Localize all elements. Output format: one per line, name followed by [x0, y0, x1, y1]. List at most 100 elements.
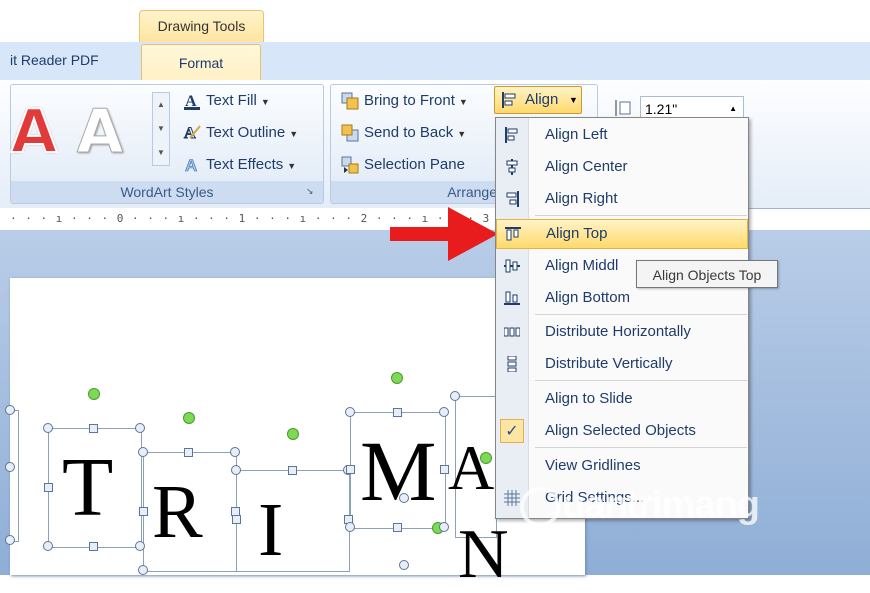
- menu-item-align-right[interactable]: Align Right: [496, 184, 748, 214]
- svg-text:A: A: [185, 156, 197, 175]
- resize-handle[interactable]: [345, 407, 355, 417]
- align-top-icon: [505, 226, 521, 242]
- scroll-up-icon[interactable]: ▲: [153, 93, 169, 117]
- resize-handle[interactable]: [230, 447, 240, 457]
- letter-shape[interactable]: A: [448, 436, 494, 500]
- group-label-wordart-styles: WordArt Styles: [11, 181, 323, 203]
- menu-separator: [535, 380, 747, 381]
- resize-handle[interactable]: [135, 541, 145, 551]
- resize-handle[interactable]: [43, 423, 53, 433]
- chevron-down-icon: ▼: [457, 129, 467, 139]
- align-center-icon: [504, 159, 520, 175]
- tab-format[interactable]: Format: [141, 44, 261, 81]
- distribute-vertically-icon: [504, 355, 520, 373]
- resize-handle[interactable]: [184, 448, 193, 457]
- chevron-down-icon: ▼: [260, 97, 270, 107]
- gallery-more-icon[interactable]: ▼: [153, 141, 169, 165]
- wordart-style-red[interactable]: A: [4, 96, 64, 168]
- watermark: uantrimang: [520, 484, 760, 527]
- rotation-handle[interactable]: [88, 388, 100, 400]
- dialog-launcher-icon[interactable]: ↘: [306, 186, 314, 197]
- resize-handle[interactable]: [439, 522, 449, 532]
- red-pointer-arrow: [390, 207, 498, 261]
- align-button[interactable]: Align ▼: [494, 86, 582, 114]
- resize-handle[interactable]: [232, 515, 241, 524]
- menu-separator: [535, 314, 747, 315]
- chevron-down-icon: ▼: [289, 129, 299, 139]
- letter-shape[interactable]: R: [152, 474, 203, 550]
- bring-to-front-button[interactable]: Bring to Front ▼: [340, 88, 468, 114]
- resize-handle[interactable]: [440, 465, 449, 474]
- resize-handle[interactable]: [138, 565, 148, 575]
- resize-handle[interactable]: [44, 483, 53, 492]
- align-left-icon: [504, 127, 520, 143]
- wordart-gallery-scroll[interactable]: ▲ ▼ ▼: [152, 92, 170, 166]
- menu-item-align-center[interactable]: Align Center: [496, 152, 748, 182]
- resize-handle[interactable]: [393, 408, 402, 417]
- resize-handle[interactable]: [346, 465, 355, 474]
- resize-handle[interactable]: [5, 405, 15, 415]
- text-effects-icon: A: [182, 155, 202, 176]
- menu-item-align-top[interactable]: Align Top: [496, 219, 748, 249]
- align-right-icon: [504, 191, 520, 207]
- tab-row: [0, 42, 870, 81]
- align-bottom-icon: [504, 290, 520, 306]
- resize-handle[interactable]: [5, 535, 15, 545]
- text-outline-icon: A: [182, 123, 202, 143]
- wordart-style-white[interactable]: A: [70, 97, 130, 168]
- resize-handle[interactable]: [288, 466, 297, 475]
- grid-icon: [504, 490, 520, 506]
- resize-handle[interactable]: [231, 465, 241, 475]
- resize-handle[interactable]: [135, 423, 145, 433]
- rotation-handle[interactable]: [480, 452, 492, 464]
- chevron-down-icon: ▼: [458, 97, 468, 107]
- resize-handle[interactable]: [43, 541, 53, 551]
- send-to-back-button[interactable]: Send to Back ▼: [340, 120, 466, 146]
- letter-shape[interactable]: T: [62, 446, 113, 530]
- chevron-down-icon: ▼: [287, 161, 297, 171]
- align-middle-icon: [504, 258, 520, 274]
- menu-item-align-to-slide[interactable]: Align to Slide: [496, 384, 748, 414]
- letter-shape[interactable]: I: [258, 492, 283, 568]
- text-outline-button[interactable]: A Text Outline ▼: [182, 120, 299, 146]
- text-fill-button[interactable]: A Text Fill ▼: [182, 88, 270, 114]
- scroll-down-icon[interactable]: ▼: [153, 117, 169, 141]
- resize-handle[interactable]: [439, 407, 449, 417]
- menu-separator: [535, 215, 747, 216]
- resize-handle[interactable]: [139, 507, 148, 516]
- rotation-handle[interactable]: [183, 412, 195, 424]
- menu-item-distribute-vertically[interactable]: Distribute Vertically: [496, 349, 748, 379]
- bring-to-front-icon: [340, 91, 360, 111]
- resize-handle[interactable]: [399, 493, 409, 503]
- text-fill-icon: A: [182, 91, 202, 111]
- selection-pane-icon: [340, 155, 360, 175]
- resize-handle[interactable]: [450, 391, 460, 401]
- selection-pane-button[interactable]: Selection Pane: [340, 152, 465, 178]
- chevron-down-icon: ▼: [569, 95, 578, 105]
- selection-box[interactable]: [236, 470, 350, 572]
- resize-handle[interactable]: [138, 447, 148, 457]
- resize-handle[interactable]: [399, 560, 409, 570]
- menu-item-align-left[interactable]: Align Left: [496, 120, 748, 150]
- title-area: [0, 0, 870, 44]
- letter-shape[interactable]: M: [360, 428, 436, 514]
- send-to-back-icon: [340, 123, 360, 143]
- resize-handle[interactable]: [345, 522, 355, 532]
- resize-handle[interactable]: [89, 424, 98, 433]
- rotation-handle[interactable]: [391, 372, 403, 384]
- menu-item-distribute-horizontally[interactable]: Distribute Horizontally: [496, 317, 748, 347]
- tooltip: Align Objects Top: [636, 260, 778, 288]
- rotation-handle[interactable]: [287, 428, 299, 440]
- letter-shape[interactable]: N: [458, 520, 509, 590]
- resize-handle[interactable]: [89, 542, 98, 551]
- resize-handle[interactable]: [393, 523, 402, 532]
- menu-item-view-gridlines[interactable]: View Gridlines: [496, 451, 748, 481]
- resize-handle[interactable]: [5, 462, 15, 472]
- align-icon: [501, 91, 519, 112]
- text-effects-button[interactable]: A Text Effects ▼: [182, 152, 296, 178]
- tab-reader-pdf[interactable]: it Reader PDF: [10, 52, 99, 68]
- contextual-tab-drawing-tools: Drawing Tools: [139, 10, 264, 42]
- menu-item-align-selected-objects[interactable]: ✓ Align Selected Objects: [496, 416, 748, 446]
- selection-box[interactable]: [10, 410, 19, 542]
- checkmark-icon: ✓: [500, 419, 524, 443]
